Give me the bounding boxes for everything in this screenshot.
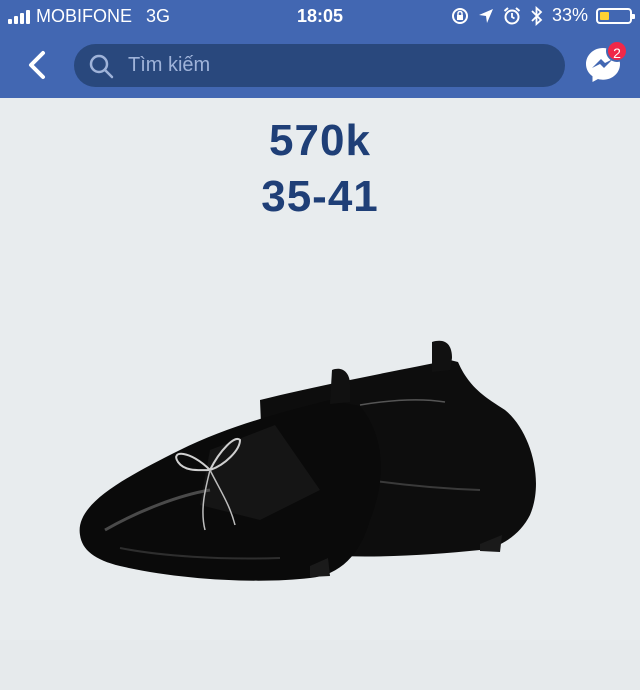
location-icon (478, 8, 494, 24)
battery-icon (596, 7, 635, 24)
search-input[interactable]: Tìm kiếm (74, 44, 565, 87)
bluetooth-icon (530, 5, 544, 26)
shoe-left-illustration (79, 368, 381, 581)
search-icon (88, 53, 114, 79)
battery-percent: 33% (551, 5, 588, 25)
app-header: MOBIFONE 3G 18:05 33% Tìm kiếm 2 (0, 0, 640, 98)
notification-badge: 2 (606, 40, 628, 62)
battery-fill (600, 11, 609, 20)
status-right: 33% (442, 5, 635, 26)
alarm-icon (502, 6, 522, 26)
messenger-button[interactable]: 2 (584, 40, 628, 84)
chevron-left-icon (29, 51, 45, 79)
price-text: 570k (269, 116, 371, 165)
back-button[interactable] (20, 48, 54, 82)
battery-tip (632, 13, 635, 19)
rotation-lock-icon (450, 6, 470, 26)
product-image[interactable] (60, 330, 600, 690)
post-content: 570k 35-41 (0, 98, 640, 640)
size-range-text: 35-41 (261, 172, 379, 221)
status-bar: MOBIFONE 3G 18:05 33% (0, 0, 640, 34)
search-placeholder: Tìm kiếm (128, 54, 211, 76)
